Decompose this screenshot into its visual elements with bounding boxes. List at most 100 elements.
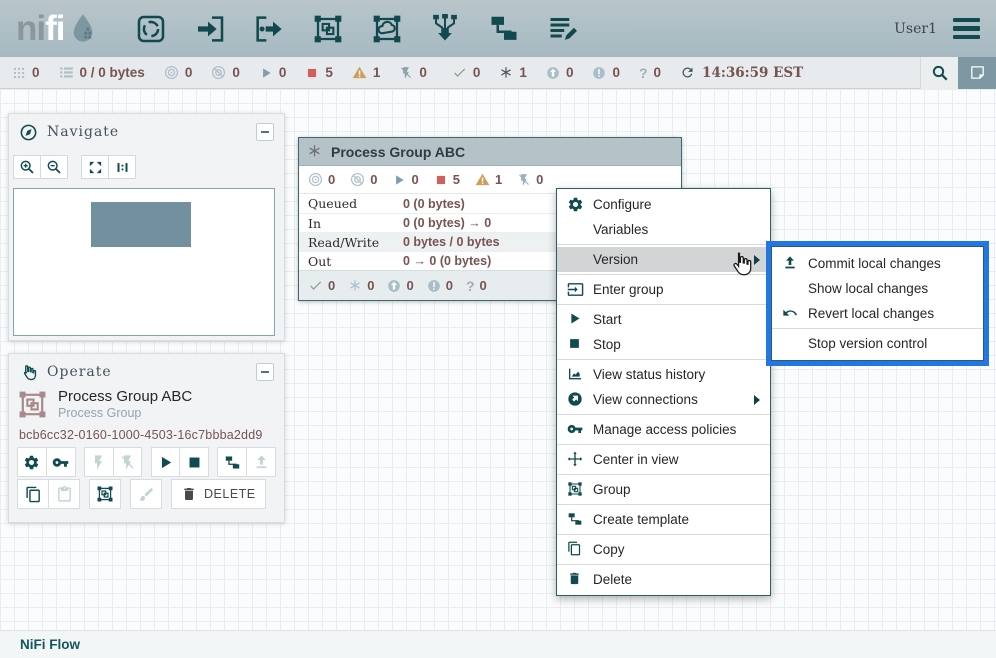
transmitting-icon xyxy=(164,65,179,80)
menu-item-copy[interactable]: Copy xyxy=(557,537,770,562)
menu-separator xyxy=(557,274,770,275)
menu-item-version[interactable]: Version xyxy=(557,247,770,272)
stat-active-threads: 0 xyxy=(12,65,40,80)
upload-template-button[interactable] xyxy=(246,447,276,477)
selected-component-type: Process Group xyxy=(58,406,192,420)
stale-icon xyxy=(546,66,560,80)
menu-item-commit-local-changes[interactable]: Commit local changes xyxy=(772,251,983,276)
menu-item-view-connections[interactable]: View connections xyxy=(557,387,770,412)
operate-panel-title: Operate xyxy=(47,364,112,380)
menu-separator xyxy=(557,504,770,505)
stale-icon xyxy=(387,279,401,293)
navigate-panel-title: Navigate xyxy=(47,124,119,140)
operate-collapse-button[interactable] xyxy=(256,363,274,381)
stat-locally-modified: 1 xyxy=(499,65,527,80)
stat-sync-failure: ? 0 xyxy=(639,65,661,81)
menu-item-group[interactable]: Group xyxy=(557,477,770,502)
not-transmitting-icon xyxy=(211,65,226,80)
submenu-arrow-icon xyxy=(754,395,760,405)
configure-button[interactable] xyxy=(17,447,47,477)
menu-item-show-local-changes[interactable]: Show local changes xyxy=(772,276,983,301)
group-icon xyxy=(567,481,584,498)
trash-icon xyxy=(567,571,584,588)
remote-process-group-icon[interactable] xyxy=(371,13,403,45)
locally-modified-stale-icon xyxy=(592,66,606,80)
pg-not-transmitting: 0 xyxy=(350,172,377,187)
global-menu-icon[interactable] xyxy=(953,18,980,40)
paste-button[interactable] xyxy=(48,479,80,509)
navigate-collapse-button[interactable] xyxy=(256,123,274,141)
menu-item-start[interactable]: Start xyxy=(557,307,770,332)
menu-item-configure[interactable]: Configure xyxy=(557,192,770,217)
menu-item-stop[interactable]: Stop xyxy=(557,332,770,357)
selected-component-id: bcb6cc32-0160-1000-4503-16c7bbba2dd9 xyxy=(19,428,274,442)
copy-icon xyxy=(567,541,584,558)
menu-item-revert-local-changes[interactable]: Revert local changes xyxy=(772,301,983,326)
refresh-area: 14:36:59 EST xyxy=(680,65,803,81)
process-group-icon[interactable] xyxy=(312,13,344,45)
menu-item-delete[interactable]: Delete xyxy=(557,567,770,592)
processor-icon[interactable] xyxy=(135,13,167,45)
zoom-out-button[interactable] xyxy=(40,155,68,179)
running-icon xyxy=(392,173,406,187)
enter-group-icon xyxy=(567,281,584,298)
menu-separator xyxy=(557,444,770,445)
change-color-button[interactable] xyxy=(130,479,162,509)
breadcrumb-root[interactable]: NiFi Flow xyxy=(20,637,80,652)
center-icon xyxy=(567,451,584,468)
menu-item-stop-version-control[interactable]: Stop version control xyxy=(772,331,983,356)
disable-button[interactable] xyxy=(113,447,143,477)
create-template-button[interactable] xyxy=(217,447,247,477)
submenu-arrow-icon xyxy=(754,255,760,265)
pg-disabled: 0 xyxy=(517,172,543,187)
menu-separator xyxy=(557,534,770,535)
menu-item-create-template[interactable]: Create template xyxy=(557,507,770,532)
menu-item-manage-access-policies[interactable]: Manage access policies xyxy=(557,417,770,442)
birdseye-minimap[interactable] xyxy=(13,188,275,336)
last-refreshed-time: 14:36:59 EST xyxy=(702,65,803,81)
menu-separator xyxy=(557,304,770,305)
upload-icon xyxy=(782,255,799,272)
menu-item-enter-group[interactable]: Enter group xyxy=(557,277,770,302)
pg-stale: 0 xyxy=(387,278,413,293)
stop-button[interactable] xyxy=(179,447,209,477)
group-button[interactable] xyxy=(89,479,121,509)
selected-process-group-icon xyxy=(17,389,48,420)
compass-icon xyxy=(19,123,38,142)
delete-button[interactable]: DELETE xyxy=(171,479,266,509)
pg-sync-failure: ? 0 xyxy=(466,278,487,294)
menu-item-view-status-history[interactable]: View status history xyxy=(557,362,770,387)
droplet-icon xyxy=(67,13,99,45)
transmitting-icon xyxy=(308,172,323,187)
copy-button[interactable] xyxy=(17,479,49,509)
undo-icon xyxy=(782,305,799,322)
start-button[interactable] xyxy=(151,447,181,477)
version-submenu: Commit local changes Show local changes … xyxy=(771,246,984,361)
locally-modified-icon xyxy=(307,144,322,159)
bulletin-board-button[interactable] xyxy=(958,57,996,89)
zoom-actual-size-button[interactable] xyxy=(108,155,136,179)
stat-stale: 0 xyxy=(546,65,574,80)
queued-icon xyxy=(59,65,74,80)
logo-text-ni: ni xyxy=(16,9,45,48)
input-port-icon[interactable] xyxy=(194,13,226,45)
label-icon[interactable] xyxy=(548,13,580,45)
gear-icon xyxy=(567,196,584,213)
minimap-viewport-rect[interactable] xyxy=(91,202,191,247)
search-button[interactable] xyxy=(920,57,958,89)
zoom-in-button[interactable] xyxy=(13,155,41,179)
access-policies-button[interactable] xyxy=(46,447,76,477)
pg-stopped: 5 xyxy=(434,172,460,187)
stat-up-to-date: 0 xyxy=(452,65,481,80)
sync-failure-icon: ? xyxy=(639,65,648,81)
stopped-icon xyxy=(305,66,319,80)
output-port-icon[interactable] xyxy=(253,13,285,45)
enable-button[interactable] xyxy=(84,447,114,477)
refresh-icon[interactable] xyxy=(680,65,695,80)
zoom-fit-button[interactable] xyxy=(81,155,109,179)
template-icon[interactable] xyxy=(489,13,521,45)
menu-item-center-in-view[interactable]: Center in view xyxy=(557,447,770,472)
funnel-icon[interactable] xyxy=(430,13,462,45)
menu-item-variables[interactable]: Variables xyxy=(557,217,770,242)
flow-canvas[interactable]: Navigate Operate Process Group xyxy=(0,89,996,630)
